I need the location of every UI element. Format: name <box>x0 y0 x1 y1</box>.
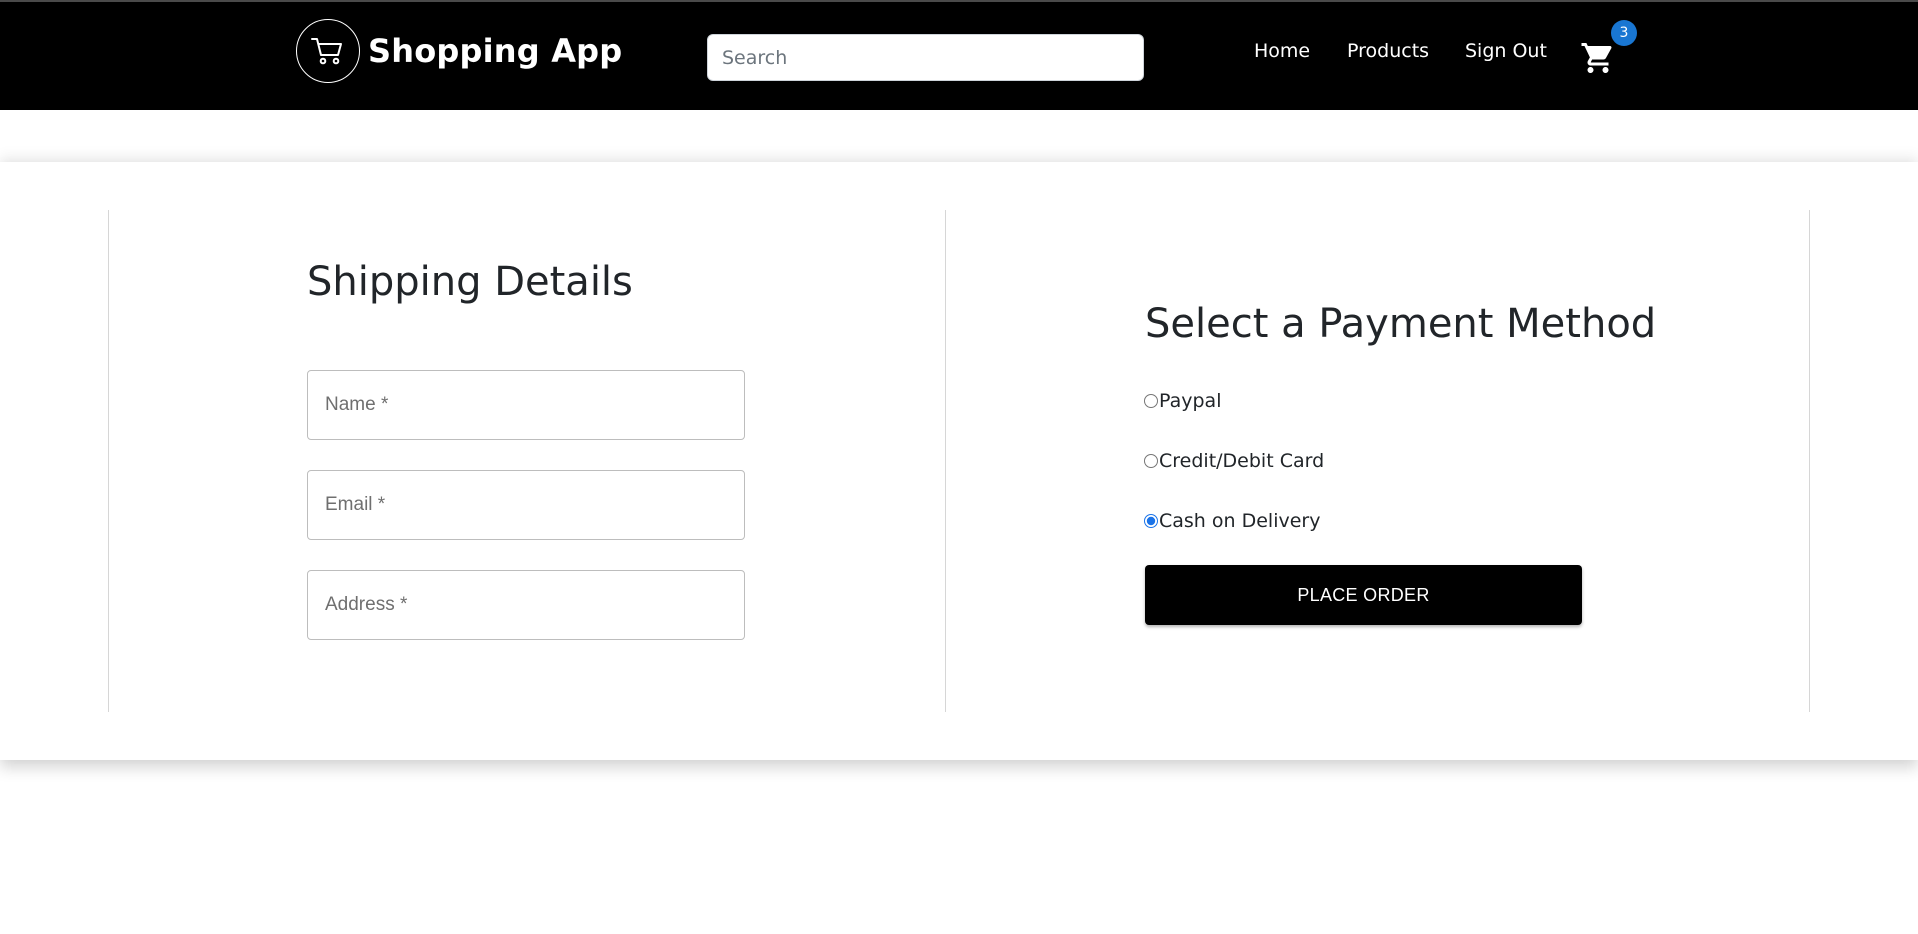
payment-method-title: Select a Payment Method <box>1145 301 1657 347</box>
paypal-label: Paypal <box>1159 390 1222 412</box>
right-divider <box>1809 210 1810 712</box>
email-field[interactable] <box>307 470 745 540</box>
nav-link-products[interactable]: Products <box>1347 40 1429 62</box>
top-navbar: Shopping App Home Products Sign Out 3 <box>0 0 1918 110</box>
checkout-card: Shipping Details Select a Payment Method… <box>0 162 1918 760</box>
payment-option-cod[interactable]: Cash on Delivery <box>1144 510 1320 532</box>
left-divider <box>108 210 109 712</box>
card-radio[interactable] <box>1144 454 1158 468</box>
cod-radio[interactable] <box>1144 514 1158 528</box>
payment-option-card[interactable]: Credit/Debit Card <box>1144 450 1324 472</box>
address-field[interactable] <box>307 570 745 640</box>
shipping-details-title: Shipping Details <box>307 259 633 305</box>
brand-link[interactable]: Shopping App <box>296 18 622 84</box>
name-field[interactable] <box>307 370 745 440</box>
shopping-cart-outline-icon <box>296 19 360 83</box>
shopping-cart-icon[interactable] <box>1580 38 1616 78</box>
nav-link-home[interactable]: Home <box>1254 40 1310 62</box>
cod-label: Cash on Delivery <box>1159 510 1321 532</box>
paypal-radio[interactable] <box>1144 394 1158 408</box>
brand-name: Shopping App <box>368 32 623 70</box>
card-label: Credit/Debit Card <box>1159 450 1325 472</box>
nav-link-sign-out[interactable]: Sign Out <box>1465 40 1547 62</box>
place-order-button[interactable]: PLACE ORDER <box>1145 565 1582 625</box>
center-divider <box>945 210 946 712</box>
payment-option-paypal[interactable]: Paypal <box>1144 390 1221 412</box>
cart-count-badge: 3 <box>1611 20 1637 46</box>
search-input[interactable] <box>707 34 1144 81</box>
